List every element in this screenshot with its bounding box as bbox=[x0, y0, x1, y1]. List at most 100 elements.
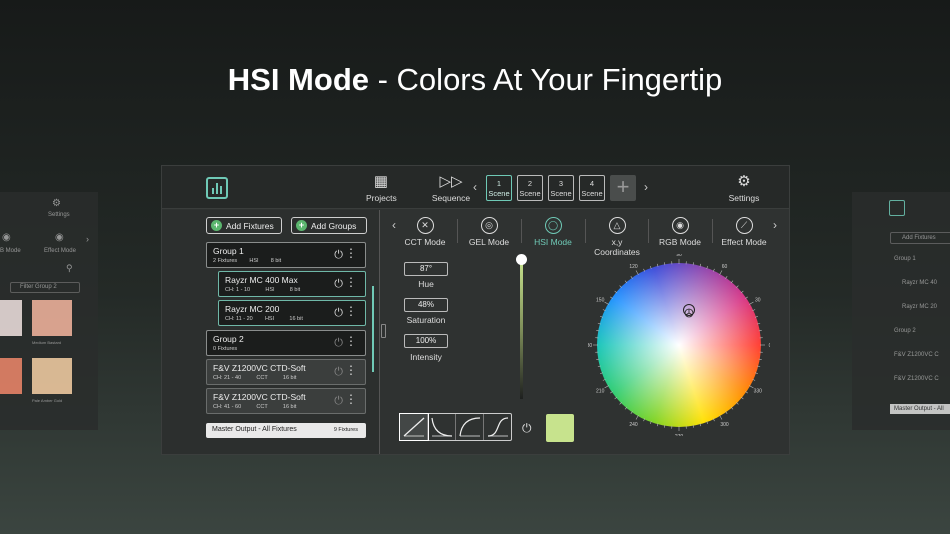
tab-hsi-mode[interactable]: ◯ HSI Mode bbox=[530, 217, 576, 247]
wheel-tick bbox=[643, 268, 646, 272]
power-icon[interactable]: ⏻ bbox=[334, 395, 343, 408]
wheel-tick bbox=[635, 270, 639, 276]
scene-button-1[interactable]: 1 Scene bbox=[486, 175, 512, 201]
row-meta: CH: 41 - 60 CCT 16 bit bbox=[213, 404, 297, 410]
wheel-tick bbox=[624, 406, 628, 410]
ghost-row: Rayzr MC 20 bbox=[902, 304, 938, 310]
add-groups-button[interactable]: + Add Groups bbox=[291, 217, 367, 234]
power-icon[interactable]: ⏻ bbox=[334, 249, 343, 262]
tab-rgb-mode[interactable]: ◉ RGB Mode bbox=[657, 217, 703, 247]
wheel-tick bbox=[635, 414, 639, 420]
group-row[interactable]: Group 1 2 Fixtures HSI 8 bit ⏻ ⋮ bbox=[206, 242, 366, 268]
tab-effect-mode[interactable]: ⟋ Effect Mode bbox=[719, 217, 769, 247]
color-target-icon[interactable] bbox=[683, 304, 695, 318]
master-label: Master Output - All Fixtures bbox=[212, 426, 297, 433]
tab-cct-mode[interactable]: ✕ CCT Mode bbox=[402, 217, 448, 247]
add-scene-button[interactable]: + bbox=[610, 175, 636, 201]
more-icon[interactable]: ⋮ bbox=[345, 276, 357, 288]
add-fixtures-button[interactable]: + Add Fixtures bbox=[206, 217, 282, 234]
fixture-row[interactable]: F&V Z1200VC CTD-Soft CH: 21 - 40 CCT 16 … bbox=[206, 359, 366, 385]
projects-button[interactable]: ▦ Projects bbox=[366, 173, 397, 204]
wheel-tick bbox=[692, 424, 694, 428]
hsi-color-wheel[interactable]: 0 30 60 90 120 150 180 210 240 270 300 330 bbox=[588, 254, 770, 436]
mode-label: HSI Mode bbox=[534, 237, 572, 247]
wheel-tick bbox=[706, 421, 709, 425]
settings-button[interactable]: ⚙ Settings bbox=[728, 173, 760, 204]
wheel-tick bbox=[602, 309, 606, 312]
group-row[interactable]: Group 2 0 Fixtures ⏻ ⋮ bbox=[206, 330, 366, 356]
app-logo-icon[interactable] bbox=[206, 177, 228, 199]
wheel-tick bbox=[610, 296, 613, 299]
gear-icon: ⚙ bbox=[737, 173, 751, 190]
power-icon[interactable]: ⏻ bbox=[334, 337, 343, 350]
wheel-tick bbox=[602, 378, 606, 381]
wheel-tick bbox=[699, 423, 702, 427]
scene-next-icon[interactable]: › bbox=[644, 180, 648, 194]
panel-divider bbox=[379, 210, 380, 454]
mode-prev-icon[interactable]: ‹ bbox=[392, 218, 396, 232]
wheel-tick bbox=[597, 365, 601, 368]
scene-num: 3 bbox=[558, 179, 564, 188]
wheel-tick bbox=[758, 330, 762, 332]
row-name: Rayzr MC 200 bbox=[225, 304, 280, 314]
row-meta: CH: 21 - 40 CCT 16 bit bbox=[213, 375, 297, 381]
hue-value-box[interactable]: 87° bbox=[404, 262, 448, 276]
ghost-filter-label: Filter Group 2 bbox=[20, 284, 57, 290]
more-icon[interactable]: ⋮ bbox=[345, 364, 357, 376]
curve-exponential-button[interactable] bbox=[428, 414, 456, 440]
tab-xy-coordinates[interactable]: △ x,y Coordinates bbox=[588, 217, 646, 257]
wheel-tick bbox=[656, 263, 659, 267]
more-icon[interactable]: ⋮ bbox=[345, 393, 357, 405]
intensity-slider-knob[interactable] bbox=[516, 254, 527, 265]
intensity-value-box[interactable]: 100% bbox=[404, 334, 448, 348]
curve-s-button[interactable] bbox=[484, 414, 511, 440]
wheel-tick bbox=[755, 315, 759, 318]
gel-icon: ◎ bbox=[480, 217, 498, 234]
scene-prev-icon[interactable]: ‹ bbox=[473, 180, 477, 194]
tab-gel-mode[interactable]: ◎ GEL Mode bbox=[466, 217, 512, 247]
scene-button-3[interactable]: 3 Scene bbox=[548, 175, 574, 201]
mode-separator bbox=[648, 219, 649, 243]
fixture-row[interactable]: Rayzr MC 400 Max CH: 1 - 10 HSI 8 bit ⏻ … bbox=[218, 271, 366, 297]
curve-linear-button[interactable] bbox=[399, 413, 429, 441]
ghost-row: F&V Z1200VC C bbox=[894, 352, 939, 358]
wheel-tick bbox=[736, 285, 739, 288]
mode-separator bbox=[712, 219, 713, 243]
mode-label: Effect Mode bbox=[721, 237, 767, 247]
power-icon[interactable]: ⏻ bbox=[522, 421, 532, 436]
scene-button-4[interactable]: 4 Scene bbox=[579, 175, 605, 201]
intensity-slider-track[interactable] bbox=[520, 259, 523, 399]
more-icon[interactable]: ⋮ bbox=[345, 247, 357, 259]
scene-num: 1 bbox=[496, 179, 502, 188]
resize-handle[interactable] bbox=[381, 324, 386, 338]
mode-next-icon[interactable]: › bbox=[773, 218, 777, 232]
power-icon[interactable]: ⏻ bbox=[334, 366, 343, 379]
scrollbar[interactable] bbox=[372, 286, 374, 372]
power-icon[interactable]: ⏻ bbox=[334, 278, 343, 291]
wheel-tick bbox=[745, 296, 748, 299]
ghost-row: Group 2 bbox=[894, 328, 916, 334]
fixture-row[interactable]: F&V Z1200VC CTD-Soft CH: 41 - 60 CCT 16 … bbox=[206, 388, 366, 414]
wheel-tick bbox=[699, 263, 702, 267]
wheel-tick bbox=[725, 411, 728, 414]
scene-button-2[interactable]: 2 Scene bbox=[517, 175, 543, 201]
sequence-button[interactable]: ▷▷ Sequence bbox=[430, 174, 472, 204]
fixtures-panel: + Add Fixtures + Add Groups Group 1 2 Fi… bbox=[162, 210, 379, 454]
wheel-tick bbox=[614, 290, 618, 294]
fixture-row[interactable]: Rayzr MC 200 CH: 11 - 20 HSI 16 bit ⏻ ⋮ bbox=[218, 300, 366, 326]
more-icon[interactable]: ⋮ bbox=[345, 335, 357, 347]
wheel-tick-label: 0 bbox=[769, 343, 770, 349]
grid-icon: ▦ bbox=[373, 173, 389, 190]
more-icon[interactable]: ⋮ bbox=[345, 305, 357, 317]
master-output-button[interactable]: Master Output - All Fixtures 9 Fixtures bbox=[206, 423, 366, 438]
wheel-tick bbox=[745, 391, 748, 394]
wheel-tick bbox=[664, 424, 666, 428]
curve-log-button[interactable] bbox=[456, 414, 484, 440]
wheel-tick bbox=[758, 358, 762, 360]
saturation-value-box[interactable]: 48% bbox=[404, 298, 448, 312]
settings-label: Settings bbox=[728, 193, 760, 203]
wheel-tick bbox=[706, 265, 709, 269]
power-icon[interactable]: ⏻ bbox=[334, 307, 343, 320]
wheel-tick bbox=[599, 315, 603, 318]
effect-icon: ⟋ bbox=[735, 217, 753, 234]
